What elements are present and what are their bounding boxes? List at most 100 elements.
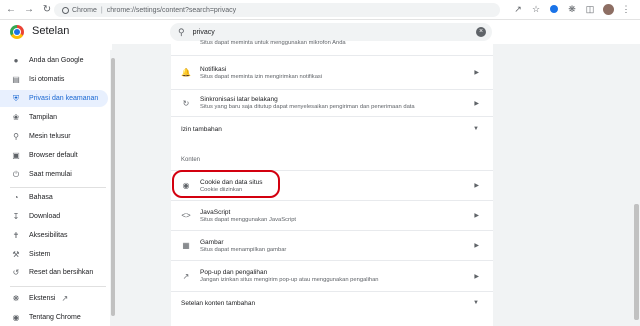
shield-icon: ⛨ (13, 93, 19, 103)
row-subtitle: Situs dapat menggunakan JavaScript (200, 216, 297, 223)
sidebar-item-appearance[interactable]: ❀ Tampilan (0, 109, 108, 126)
row-title: JavaScript (200, 208, 231, 216)
row-title: Notifikasi (200, 65, 227, 73)
address-bar[interactable]: Chrome | chrome://settings/content?searc… (54, 3, 500, 17)
browser-toolbar: ← → ↻ Chrome | chrome://settings/content… (0, 0, 640, 20)
share-icon[interactable]: ↗ (512, 2, 524, 16)
code-icon: <> (181, 211, 191, 220)
toolbar-actions: ↗ ☆ ❋ ◫ ⋮ (512, 2, 640, 16)
javascript-row[interactable]: <> JavaScript Situs dapat menggunakan Ja… (171, 201, 493, 230)
power-icon: ⏻ (12, 169, 20, 179)
row-title: Gambar (200, 238, 224, 246)
download-icon: ↧ (12, 212, 20, 221)
sidebar-item-label: Aksesibilitas (29, 232, 68, 239)
sidebar-item-search-engine[interactable]: ⚲ Mesin telusur (0, 128, 108, 145)
menu-icon[interactable]: ⋮ (620, 2, 632, 16)
popups-row[interactable]: ↗ Pop-up dan pengalihan Jangan izinkan s… (171, 261, 493, 291)
sidebar-item-label: Reset dan bersihkan (29, 269, 94, 276)
highlight-annotation (172, 170, 280, 198)
sidebar-item-system[interactable]: ⚒ Sistem (0, 246, 108, 263)
forward-icon[interactable]: → (22, 3, 36, 17)
row-title: Izin tambahan (181, 125, 222, 133)
site-chip[interactable]: Chrome (62, 6, 97, 14)
sidebar-scrollbar-thumb[interactable] (111, 58, 115, 316)
reload-icon[interactable]: ↻ (40, 3, 54, 17)
url-text: chrome://settings/content?search=privacy (106, 6, 237, 14)
chevron-right-icon: ▶ (474, 213, 479, 219)
chip-separator: | (100, 6, 103, 14)
chevron-down-icon: ▼ (473, 126, 479, 132)
row-subtitle: Situs dapat menampilkan gambar (200, 246, 287, 253)
sidebar-item-languages[interactable]: ◔ Bahasa (0, 189, 108, 206)
sidebar-item-about[interactable]: ◉ Tentang Chrome (0, 309, 108, 326)
page-title: Setelan (32, 25, 70, 37)
sidebar: ● Anda dan Google ▤ Isi otomatis ⛨ Priva… (0, 44, 112, 326)
row-subtitle: Situs yang baru saja ditutup dapat menye… (200, 104, 415, 110)
extension-icon[interactable] (548, 2, 560, 16)
chrome-icon: ◉ (12, 313, 20, 322)
browser-icon: ▣ (12, 151, 20, 160)
search-icon: ⚲ (13, 132, 19, 141)
avatar[interactable] (602, 2, 614, 16)
sidebar-item-autofill[interactable]: ▤ Isi otomatis (0, 71, 108, 88)
row-title: Setelan konten tambahan (181, 299, 256, 307)
wrench-icon: ⚒ (12, 250, 20, 259)
microphone-row-partial: Situs dapat meminta untuk menggunakan mi… (171, 39, 493, 49)
row-subtitle: Situs dapat meminta untuk menggunakan mi… (200, 40, 346, 46)
sidebar-item-default-browser[interactable]: ▣ Browser default (0, 147, 108, 164)
chevron-right-icon: ▶ (474, 100, 479, 107)
row-title: Sinkronisasi latar belakang (200, 96, 278, 103)
sidebar-item-label: Browser default (29, 152, 78, 159)
sidebar-item-you-and-google[interactable]: ● Anda dan Google (0, 52, 108, 69)
chrome-icon (62, 6, 69, 14)
sidebar-item-label: Isi otomatis (29, 76, 65, 83)
popup-icon: ↗ (182, 271, 190, 281)
sidepanel-icon[interactable]: ◫ (584, 2, 596, 16)
background-sync-row[interactable]: ↻ Sinkronisasi latar belakang Situs yang… (171, 90, 493, 116)
palette-icon: ❀ (12, 113, 20, 122)
sidebar-item-label: Download (29, 213, 61, 220)
section-heading-content: Konten (181, 157, 201, 163)
chevron-right-icon: ▶ (474, 243, 479, 249)
sidebar-item-label: Tentang Chrome (29, 314, 81, 321)
sidebar-item-label: Ekstensi (29, 295, 56, 302)
site-chip-label: Chrome (72, 6, 97, 14)
accessibility-icon: ✝ (12, 231, 20, 240)
clear-search-icon[interactable]: × (476, 27, 486, 37)
bell-icon: 🔔 (181, 68, 191, 77)
row-subtitle: Situs dapat meminta izin mengirimkan not… (200, 73, 323, 80)
sidebar-item-label: Tampilan (29, 114, 58, 121)
additional-content-settings-row[interactable]: Setelan konten tambahan ▼ (171, 292, 493, 314)
additional-permissions-row[interactable]: Izin tambahan ▼ (171, 117, 493, 141)
sidebar-item-extensions[interactable]: ❋ Ekstensi ↗ (0, 290, 108, 307)
search-input[interactable]: privacy (193, 29, 215, 36)
chevron-right-icon: ▶ (474, 273, 479, 280)
sidebar-item-accessibility[interactable]: ✝ Aksesibilitas (0, 227, 108, 244)
images-row[interactable]: ▦ Gambar Situs dapat menampilkan gambar … (171, 231, 493, 260)
sidebar-item-reset[interactable]: ↺ Reset dan bersihkan (0, 264, 108, 281)
autofill-icon: ▤ (12, 75, 20, 84)
sidebar-divider (10, 286, 106, 287)
row-title: Pop-up dan pengalihan (200, 269, 268, 276)
sidebar-item-label: Mesin telusur (29, 133, 71, 140)
star-icon[interactable]: ☆ (530, 2, 542, 16)
reset-icon: ↺ (12, 268, 20, 277)
sidebar-item-label: Anda dan Google (29, 57, 84, 64)
sidebar-item-on-startup[interactable]: ⏻ Saat memulai (0, 166, 108, 183)
sidebar-item-label: Saat memulai (29, 171, 72, 178)
back-icon[interactable]: ← (4, 3, 18, 17)
chrome-logo (10, 25, 24, 39)
main-scrollbar-thumb[interactable] (634, 204, 639, 320)
chevron-right-icon: ▶ (474, 70, 479, 76)
person-icon: ● (13, 56, 19, 65)
notifications-row[interactable]: 🔔 Notifikasi Situs dapat meminta izin me… (171, 56, 493, 89)
sidebar-item-label: Sistem (29, 251, 51, 258)
search-icon: ⚲ (178, 26, 185, 37)
sidebar-item-privacy[interactable]: ⛨ Privasi dan keamanan (0, 90, 108, 107)
sidebar-item-downloads[interactable]: ↧ Download (0, 208, 108, 225)
puzzle-icon: ❋ (12, 294, 20, 303)
chevron-right-icon: ▶ (474, 183, 479, 189)
sidebar-divider (10, 187, 106, 188)
sidebar-item-label: Privasi dan keamanan (29, 95, 99, 102)
puzzle-icon[interactable]: ❋ (566, 2, 578, 16)
